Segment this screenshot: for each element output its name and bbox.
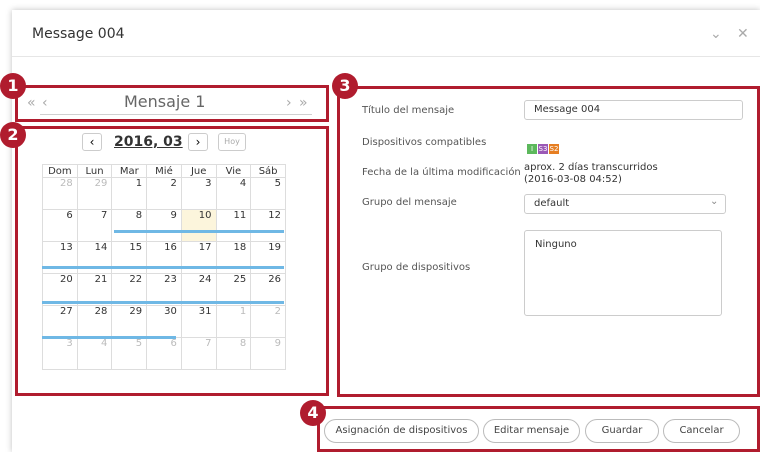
device-badge: I <box>527 144 537 154</box>
group-select[interactable]: default <box>524 194 726 214</box>
calendar-day[interactable]: 8 <box>215 337 252 370</box>
calendar-day[interactable]: 6 <box>146 337 182 370</box>
device-group-box[interactable]: Ninguno <box>524 230 722 316</box>
schedule-bar <box>42 266 284 269</box>
calendar-next-button[interactable]: › <box>188 133 208 151</box>
weekday-header: Vie <box>215 164 252 178</box>
calendar-header-row: Dom Lun Mar Mié Jue Vie Sáb <box>42 164 286 178</box>
calendar-day[interactable]: 2 <box>146 177 182 210</box>
save-button[interactable]: Guardar <box>585 419 659 443</box>
weekday-header: Mar <box>111 164 148 178</box>
assign-devices-button[interactable]: Asignación de dispositivos <box>324 419 479 443</box>
schedule-bar <box>42 301 284 304</box>
calendar-day[interactable]: 5 <box>250 177 286 210</box>
modified-value-relative: aprox. 2 días transcurridos <box>524 162 658 173</box>
message-nav-title: Mensaje 1 <box>124 92 206 111</box>
calendar-day[interactable]: 2 <box>250 305 286 338</box>
weekday-header: Sáb <box>250 164 286 178</box>
calendar-day[interactable]: 29 <box>111 305 148 338</box>
calendar-day[interactable]: 8 <box>111 209 148 242</box>
callout-badge-1: 1 <box>0 73 26 99</box>
title-separator <box>12 56 760 57</box>
calendar-day[interactable]: 30 <box>146 305 182 338</box>
calendar-day[interactable]: 27 <box>42 305 78 338</box>
calendar-day[interactable]: 28 <box>76 305 113 338</box>
cancel-button[interactable]: Cancelar <box>663 419 740 443</box>
device-group-value: Ninguno <box>535 239 577 250</box>
calendar-day[interactable]: 7 <box>76 209 113 242</box>
modified-label: Fecha de la última modificación <box>362 167 521 178</box>
close-icon[interactable]: ✕ <box>737 26 749 42</box>
calendar-week-row: 3 4 5 6 7 8 9 <box>42 337 286 370</box>
calendar-day-today[interactable]: 10 <box>180 209 217 242</box>
weekday-header: Jue <box>180 164 217 178</box>
weekday-header: Lun <box>76 164 113 178</box>
calendar-day[interactable]: 3 <box>42 337 78 370</box>
calendar-day[interactable]: 4 <box>76 337 113 370</box>
last-message-button[interactable]: » <box>299 95 308 111</box>
calendar-day[interactable]: 9 <box>146 209 182 242</box>
calendar-day[interactable]: 6 <box>42 209 78 242</box>
title-input[interactable]: Message 004 <box>524 100 743 120</box>
devices-label: Dispositivos compatibles <box>362 137 487 148</box>
next-message-button[interactable]: › <box>286 95 292 111</box>
calendar-today-button[interactable]: Hoy <box>218 133 246 151</box>
prev-message-button[interactable]: ‹ <box>42 95 48 111</box>
calendar-day[interactable]: 9 <box>250 337 286 370</box>
weekday-header: Dom <box>42 164 78 178</box>
calendar-prev-button[interactable]: ‹ <box>82 133 102 151</box>
dialog-title: Message 004 <box>32 26 125 42</box>
calendar-day[interactable]: 31 <box>180 305 217 338</box>
calendar-day[interactable]: 7 <box>180 337 217 370</box>
calendar-day[interactable]: 3 <box>180 177 217 210</box>
device-badge: S3 <box>538 144 548 154</box>
group-select-value: default <box>534 198 570 209</box>
calendar-day[interactable]: 28 <box>42 177 78 210</box>
device-badge: S2 <box>549 144 559 154</box>
message-nav-underline <box>40 114 312 115</box>
calendar-day[interactable]: 11 <box>215 209 252 242</box>
device-group-label: Grupo de dispositivos <box>362 262 471 273</box>
schedule-bar <box>114 230 284 233</box>
calendar-week-row: 6 7 8 9 10 11 12 <box>42 209 286 242</box>
group-label: Grupo del mensaje <box>362 197 457 208</box>
calendar-year-month[interactable]: 2016, 03 <box>114 134 183 150</box>
weekday-header: Mié <box>146 164 182 178</box>
calendar-day[interactable]: 5 <box>111 337 148 370</box>
schedule-bar <box>42 336 176 339</box>
chevron-down-icon[interactable]: ⌄ <box>710 26 722 42</box>
calendar-day[interactable]: 29 <box>76 177 113 210</box>
calendar-day[interactable]: 1 <box>111 177 148 210</box>
callout-badge-3: 3 <box>332 73 358 99</box>
calendar-week-row: 28 29 1 2 3 4 5 <box>42 177 286 210</box>
first-message-button[interactable]: « <box>27 95 36 111</box>
modified-value-date: (2016-03-08 04:52) <box>524 174 622 185</box>
chevron-down-icon[interactable]: ⌄ <box>710 196 718 207</box>
callout-badge-4: 4 <box>300 400 326 426</box>
calendar-week-row: 27 28 29 30 31 1 2 <box>42 305 286 338</box>
edit-message-button[interactable]: Editar mensaje <box>483 419 580 443</box>
callout-badge-2: 2 <box>0 122 26 148</box>
calendar-day[interactable]: 1 <box>215 305 252 338</box>
device-badges: I S3 S2 <box>527 136 560 155</box>
title-label: Título del mensaje <box>362 105 455 116</box>
calendar-day[interactable]: 12 <box>250 209 286 242</box>
calendar-day[interactable]: 4 <box>215 177 252 210</box>
